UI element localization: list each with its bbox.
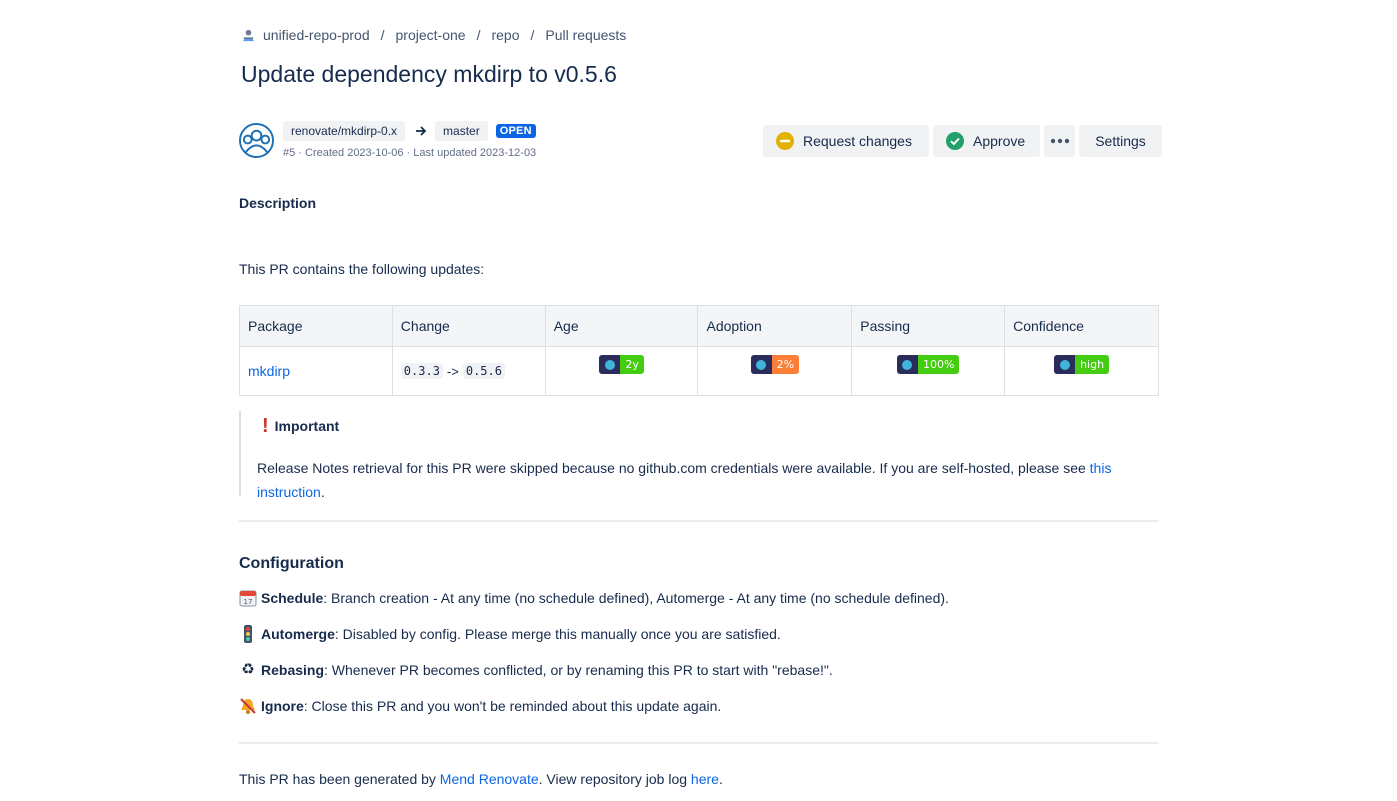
age-badge[interactable]: 2y [599,355,644,374]
schedule-text: : Branch creation - At any time (no sche… [323,590,949,606]
header-confidence: Confidence [1004,305,1159,347]
table-header-row: Package Change Age Adoption Passing Conf… [239,305,1159,347]
calendar-icon: 17 [239,590,257,607]
adoption-value: 2% [771,355,800,374]
description-intro: This PR contains the following updates: [239,261,485,277]
cell-package: mkdirp [239,346,393,396]
config-rebasing: ♻ Rebasing: Whenever PR becomes conflict… [239,661,833,679]
recycle-icon: ♻ [241,661,255,678]
pull-request-page: unified-repo-prod / project-one / repo /… [0,0,1397,801]
header-change: Change [391,305,546,347]
header-package: Package [239,305,393,347]
schedule-label: Schedule [261,590,324,606]
version-to: 0.5.6 [462,363,505,379]
breadcrumb-workspace[interactable]: unified-repo-prod [263,27,370,43]
breadcrumb-separator: / [530,27,535,43]
age-value: 2y [620,355,644,374]
automerge-label: Automerge [261,626,335,642]
note-text: Release Notes retrieval for this PR were… [257,460,1090,476]
header-passing: Passing [851,305,1006,347]
request-changes-label: Request changes [803,133,912,149]
request-changes-button[interactable]: Request changes [763,125,929,157]
branch-info: renovate/mkdirp-0.x master OPEN [283,121,536,141]
target-branch[interactable]: master [435,121,488,141]
description-heading: Description [239,195,317,211]
adoption-badge[interactable]: 2% [750,355,800,374]
cell-change: 0.3.3 -> 0.5.6 [391,346,546,396]
footer-end: . [718,771,723,787]
ignore-text: : Close this PR and you won't be reminde… [303,698,722,714]
passing-badge[interactable]: 100% [896,355,960,374]
header-age: Age [544,305,699,347]
footer-text: This PR has been generated by Mend Renov… [239,771,723,787]
approve-button[interactable]: Approve [933,125,1040,157]
rebasing-text: : Whenever PR becomes conflicted, or by … [324,662,833,678]
traffic-light-icon [244,625,252,643]
automerge-text: : Disabled by config. Please merge this … [334,626,781,642]
check-circle-icon [946,132,964,150]
config-ignore: Ignore: Close this PR and you won't be r… [239,697,721,715]
passing-value: 100% [917,355,960,374]
pr-actions: Request changes Approve Settings [763,125,1162,157]
rebasing-label: Rebasing [261,662,325,678]
mend-renovate-link[interactable]: Mend Renovate [440,771,539,787]
breadcrumb-pull-requests[interactable]: Pull requests [545,27,626,43]
package-link[interactable]: mkdirp [248,363,290,379]
minus-circle-icon [776,132,794,150]
updates-table: Package Change Age Adoption Passing Conf… [239,305,1159,396]
cell-adoption: 2% [697,346,853,396]
note-end: . [320,484,325,500]
important-note: ! Important Release Notes retrieval for … [239,411,1159,500]
mend-logo-icon [1059,359,1070,370]
table-row: mkdirp 0.3.3 -> 0.5.6 2y 2% 100% high [239,346,1159,396]
pr-meta: #5 · Created 2023-10-06 · Last updated 2… [283,147,537,159]
cell-age: 2y [544,346,699,396]
arrow-right-icon [416,126,427,136]
ignore-label: Ignore [261,698,304,714]
divider [239,520,1159,522]
cell-passing: 100% [851,346,1006,396]
note-title: Important [274,418,340,434]
footer-prefix: This PR has been generated by [239,771,440,787]
configuration-heading: Configuration [239,555,344,572]
mend-logo-icon [756,359,767,370]
note-body: Release Notes retrieval for this PR were… [257,456,1159,504]
mend-logo-icon [604,359,615,370]
footer-middle: . View repository job log [538,771,691,787]
confidence-value: high [1075,355,1110,374]
svg-text:17: 17 [244,598,253,606]
breadcrumb-repo[interactable]: repo [491,27,519,43]
more-actions-button[interactable] [1044,125,1075,157]
exclamation-icon: ! [262,415,269,437]
header-adoption: Adoption [697,305,853,347]
mend-logo-icon [902,359,913,370]
breadcrumb-separator: / [476,27,481,43]
source-branch[interactable]: renovate/mkdirp-0.x [283,121,406,141]
breadcrumb-project[interactable]: project-one [396,27,466,43]
confidence-badge[interactable]: high [1054,355,1110,374]
author-avatar[interactable] [239,123,274,158]
breadcrumb: unified-repo-prod / project-one / repo /… [241,27,626,43]
status-badge: OPEN [495,124,536,138]
config-schedule: 17 Schedule: Branch creation - At any ti… [239,589,949,607]
divider [239,742,1159,744]
settings-button[interactable]: Settings [1079,125,1162,157]
more-icon [1050,138,1069,144]
job-log-link[interactable]: here [691,771,719,787]
cell-confidence: high [1004,346,1159,396]
approve-label: Approve [973,133,1026,149]
muted-bell-icon [240,698,256,714]
config-automerge: Automerge: Disabled by config. Please me… [239,625,781,643]
page-title: Update dependency mkdirp to v0.5.6 [241,61,617,87]
breadcrumb-separator: / [380,27,385,43]
version-from: 0.3.3 [400,363,443,379]
workspace-icon [241,27,256,43]
version-arrow: -> [446,363,459,379]
